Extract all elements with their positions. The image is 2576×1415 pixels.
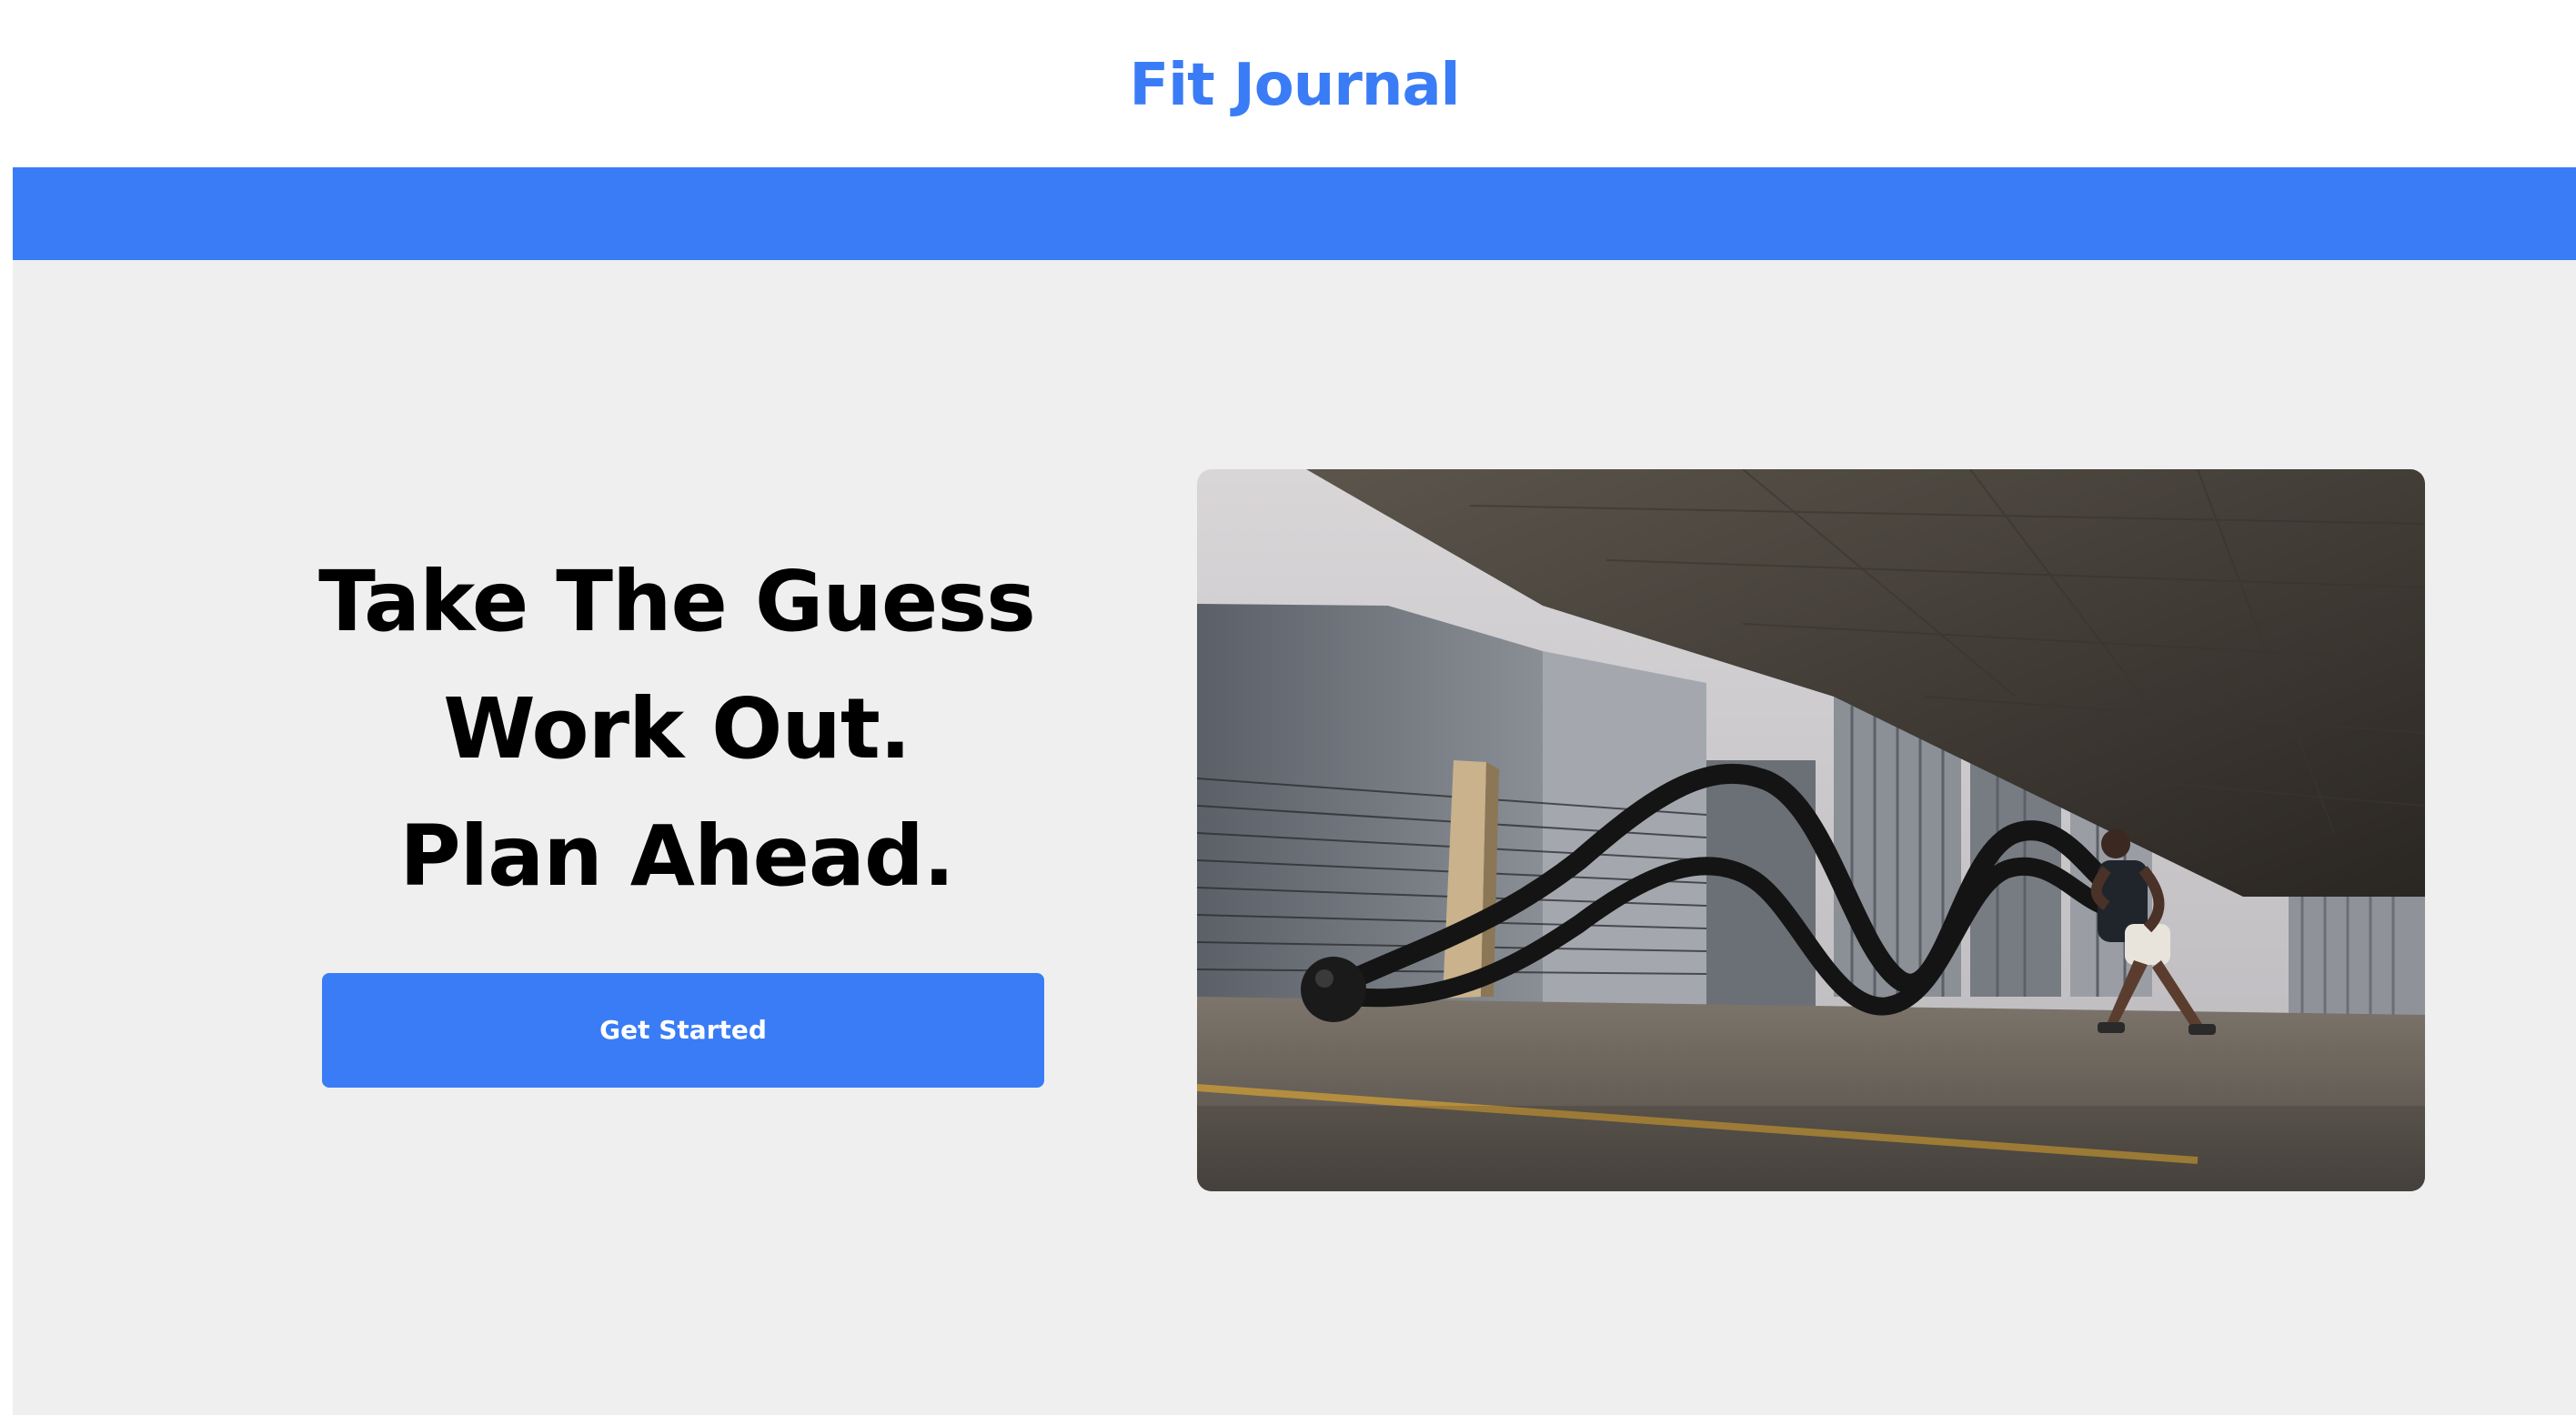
battle-ropes-photo (1197, 469, 2425, 1191)
site-header: Fit Journal (0, 0, 2576, 167)
brand-title[interactable]: Fit Journal (0, 42, 2576, 129)
headline-line-1: Take The Guess (318, 553, 1036, 650)
hero-section: Take The Guess Work Out. Plan Ahead. Get… (13, 260, 2576, 1415)
accent-bar (13, 167, 2576, 260)
hero-image (1197, 469, 2425, 1191)
hero-headline: Take The Guess Work Out. Plan Ahead. (304, 538, 1050, 920)
headline-line-3: Plan Ahead. (399, 808, 955, 905)
headline-line-2: Work Out. (443, 680, 911, 778)
get-started-button[interactable]: Get Started (322, 973, 1044, 1088)
